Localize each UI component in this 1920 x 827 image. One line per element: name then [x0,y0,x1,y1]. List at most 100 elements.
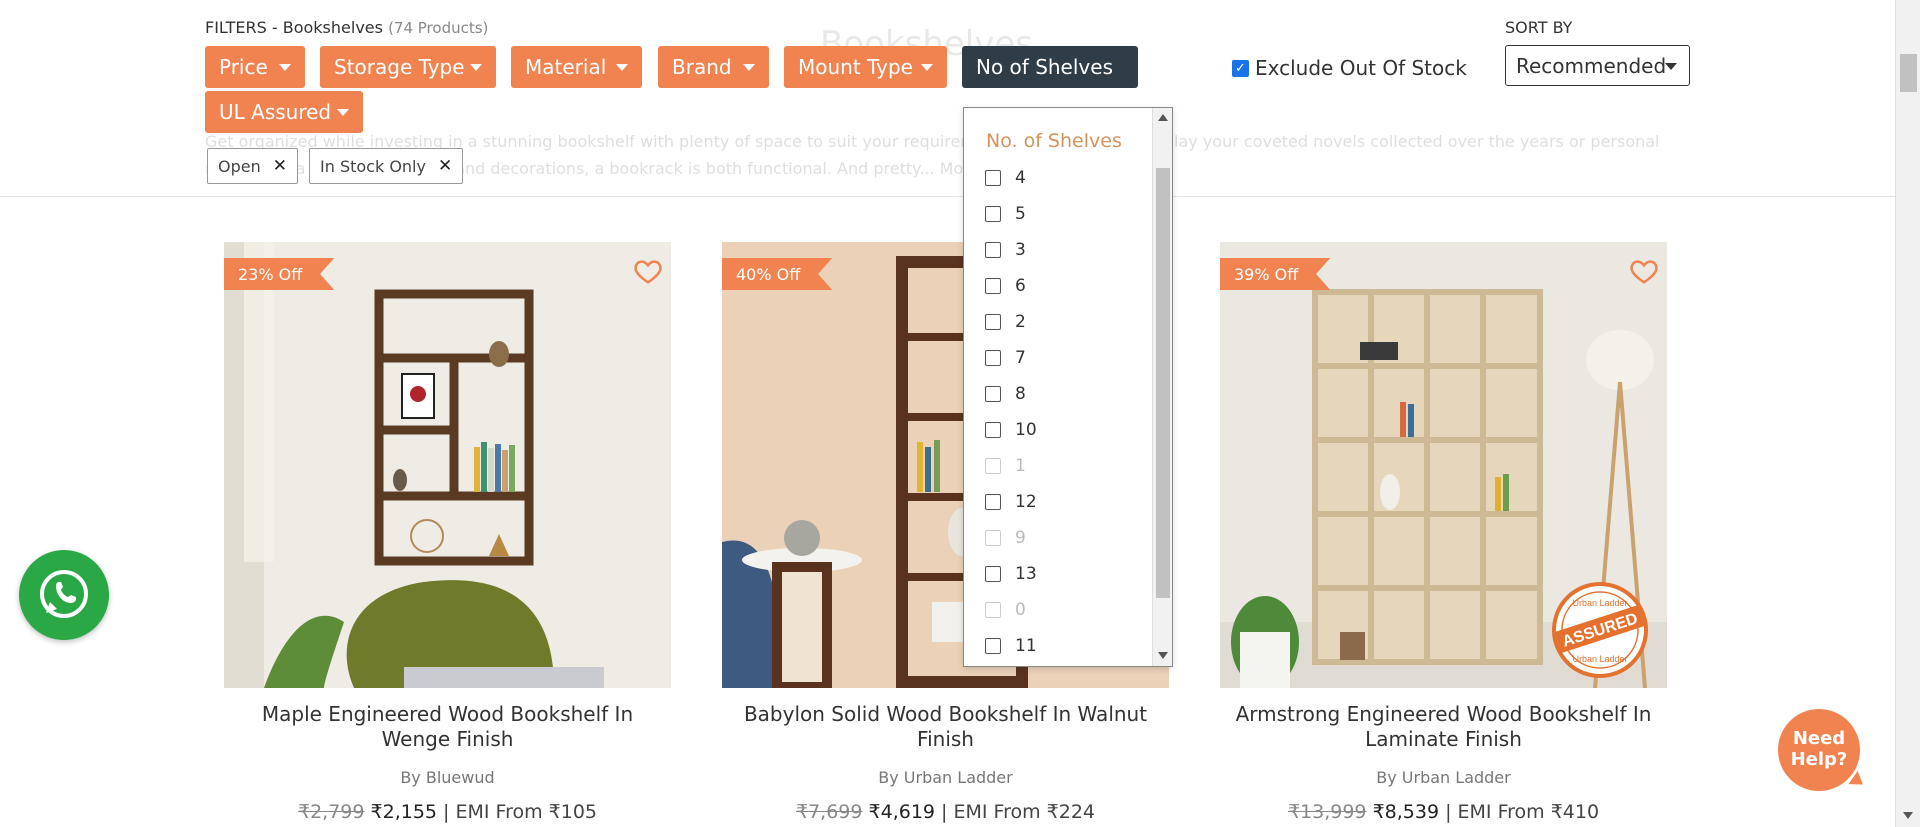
need-help-button[interactable]: Need Help? [1778,709,1868,791]
shelf-option[interactable]: 10 [985,420,1037,440]
checkbox-icon[interactable] [985,350,1001,366]
checkbox-icon[interactable] [985,170,1001,186]
product-count: (74 Products) [388,19,489,37]
checkbox-icon[interactable] [985,386,1001,402]
shelf-option-label: 7 [1015,348,1026,368]
product-title-line2: Wenge Finish [381,727,514,751]
chip-in-stock-label: In Stock Only [320,156,426,176]
filter-mount-type-button[interactable]: Mount Type [784,46,947,88]
close-icon[interactable]: ✕ [438,156,452,176]
scroll-up-icon[interactable] [1158,114,1168,121]
close-icon[interactable]: ✕ [273,156,287,176]
caret-down-icon [1665,63,1677,70]
chip-open: Open ✕ [207,148,298,184]
scroll-down-icon[interactable] [1903,812,1913,819]
new-price: ₹8,539 [1372,801,1440,823]
assured-stamp: ASSURED Urban Ladder Urban Ladder [1552,582,1648,678]
checkbox-icon[interactable] [985,278,1001,294]
product-title[interactable]: Armstrong Engineered Wood Bookshelf In L… [1220,702,1667,752]
shelf-option-label: 9 [1015,528,1026,548]
filter-price-button[interactable]: Price [205,46,305,88]
filter-material-button[interactable]: Material [511,46,642,88]
product-title-line2: Laminate Finish [1365,727,1522,751]
filter-brand-button[interactable]: Brand [658,46,769,88]
sort-select[interactable]: Recommended [1505,45,1690,86]
scroll-down-icon[interactable] [1158,652,1168,659]
product-card[interactable]: 23% Off Maple Engineered Wood Bookshelf … [224,242,671,823]
shelf-option[interactable]: 5 [985,204,1026,224]
product-title-line2: Finish [917,727,974,751]
caret-down-icon [337,109,349,116]
product-title[interactable]: Babylon Solid Wood Bookshelf In Walnut F… [722,702,1169,752]
filters-label: FILTERS - Bookshelves [205,18,383,37]
shelf-option-label: 13 [1015,564,1037,584]
shelf-option-label: 5 [1015,204,1026,224]
checkbox-icon [985,530,1001,546]
svg-text:Urban Ladder: Urban Ladder [1572,598,1627,608]
checkbox-icon [985,458,1001,474]
whatsapp-button[interactable] [19,550,109,640]
shelf-option[interactable]: 3 [985,240,1026,260]
shelf-option-label: 3 [1015,240,1026,260]
divider [0,196,1895,197]
dropdown-title: No. of Shelves [986,130,1122,152]
new-price: ₹4,619 [868,801,935,823]
filter-price-label: Price [219,55,268,79]
no-of-shelves-dropdown[interactable]: No. of Shelves 4 5 3 6 2 7 8 10 1 12 9 1… [963,107,1173,667]
shelf-option[interactable]: 7 [985,348,1026,368]
caret-down-icon [921,64,933,71]
heart-icon[interactable] [633,256,663,286]
shelf-option[interactable]: 13 [985,564,1037,584]
filter-mount-type-label: Mount Type [798,55,913,79]
checkbox-icon[interactable] [985,494,1001,510]
filter-ul-assured-button[interactable]: UL Assured [205,91,363,133]
shelf-option-label: 4 [1015,168,1026,188]
shelf-option[interactable]: 12 [985,492,1037,512]
caret-down-icon [279,64,291,71]
heart-icon[interactable] [1629,256,1659,286]
shelf-option[interactable]: 2 [985,312,1026,332]
checkbox-icon[interactable] [985,638,1001,654]
exclude-out-of-stock[interactable]: ✓ Exclude Out Of Stock [1232,56,1467,80]
shelf-option-label: 10 [1015,420,1037,440]
help-line1: Need [1792,728,1846,749]
checkbox-icon[interactable] [985,314,1001,330]
discount-badge: 40% Off [722,258,833,290]
scrollbar-thumb[interactable] [1156,168,1170,598]
shelf-option[interactable]: 8 [985,384,1026,404]
exclude-out-of-stock-label: Exclude Out Of Stock [1255,56,1467,80]
filter-no-of-shelves-button[interactable]: No of Shelves [962,46,1138,88]
checkbox-icon[interactable] [985,422,1001,438]
shelf-option-label: 2 [1015,312,1026,332]
filters-header: FILTERS - Bookshelves (74 Products) [205,18,488,37]
product-brand: By Bluewud [400,768,495,787]
checkbox-checked-icon[interactable]: ✓ [1232,59,1249,77]
checkbox-icon[interactable] [985,206,1001,222]
product-title[interactable]: Maple Engineered Wood Bookshelf In Wenge… [224,702,671,752]
dropdown-scrollbar[interactable] [1152,108,1172,666]
emi-text: | EMI From ₹105 [443,801,597,823]
product-title-line1: Armstrong Engineered Wood Bookshelf In [1235,702,1652,726]
caret-down-icon [470,64,482,71]
emi-text: | EMI From ₹224 [941,801,1095,823]
page-root: Bookshelves FILTERS - Bookshelves (74 Pr… [0,0,1920,827]
product-card[interactable]: ASSURED Urban Ladder Urban Ladder 39% Of… [1220,242,1667,823]
page-scrollbar[interactable] [1895,0,1920,827]
filter-storage-type-button[interactable]: Storage Type [320,46,496,88]
checkbox-icon[interactable] [985,566,1001,582]
discount-badge: 23% Off [224,258,335,290]
emi-text: | EMI From ₹410 [1445,801,1600,823]
shelf-option[interactable]: 6 [985,276,1026,296]
caret-down-icon [616,64,628,71]
product-brand: By Urban Ladder [1376,768,1511,787]
whatsapp-icon [40,570,88,618]
new-price: ₹2,155 [370,801,437,823]
product-price: ₹7,699 ₹4,619 | EMI From ₹224 [722,801,1169,823]
scrollbar-thumb[interactable] [1900,54,1917,92]
checkbox-icon[interactable] [985,242,1001,258]
shelf-option[interactable]: 4 [985,168,1026,188]
caret-down-icon [1112,64,1124,71]
shelf-option[interactable]: 11 [985,636,1037,656]
product-image[interactable]: 23% Off [224,242,671,688]
product-image[interactable]: ASSURED Urban Ladder Urban Ladder 39% Of… [1220,242,1667,688]
